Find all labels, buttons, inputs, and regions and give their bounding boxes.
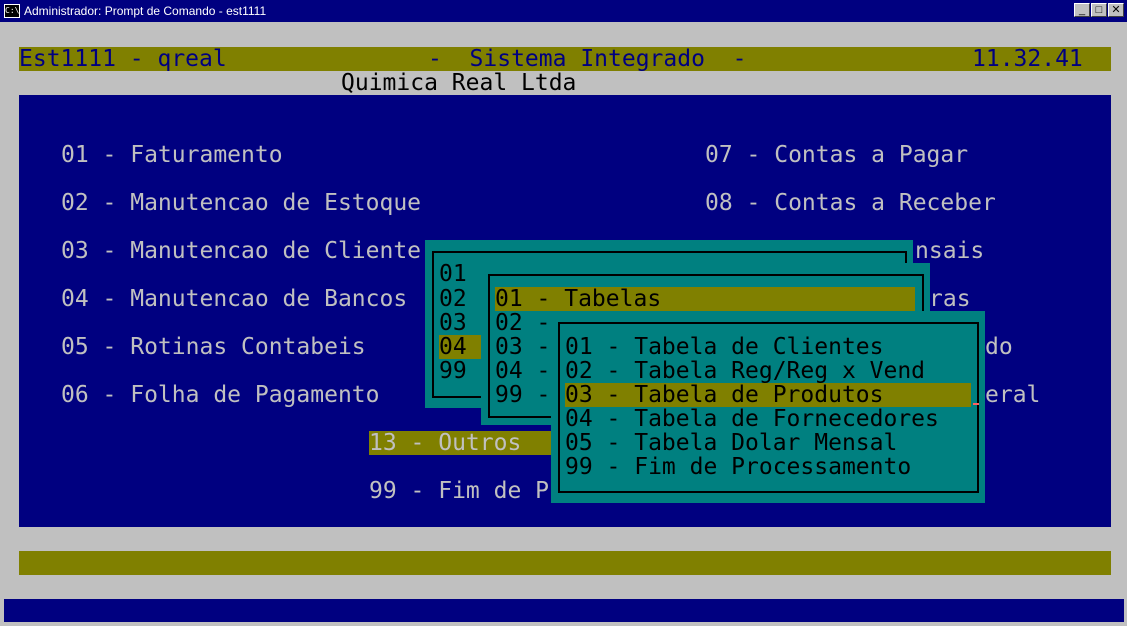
bottom-bar (4, 599, 1124, 622)
submenu3-item-fim[interactable]: 99 - Fim de Processamento (565, 455, 911, 479)
submenu2-item[interactable]: 03 - (495, 335, 550, 359)
minimize-button[interactable]: _ (1074, 3, 1090, 17)
window-titlebar[interactable]: C:\ Administrador: Prompt de Comando - e… (0, 0, 1127, 22)
submenu3-item-dolar[interactable]: 05 - Tabela Dolar Mensal (565, 431, 897, 455)
submenu3-item-clientes[interactable]: 01 - Tabela de Clientes (565, 335, 884, 359)
menu-item-folha[interactable]: 06 - Folha de Pagamento (61, 383, 380, 407)
menu-item-estoque[interactable]: 02 - Manutencao de Estoque (61, 191, 421, 215)
cmd-icon: C:\ (4, 4, 20, 18)
status-bar (19, 551, 1111, 575)
submenu2-item[interactable]: 99 - (495, 383, 550, 407)
submenu2-item-tabelas[interactable]: 01 - Tabelas (495, 287, 661, 311)
menu-item-partial-ras[interactable]: ras (929, 287, 971, 311)
menu-item-fim[interactable]: 99 - Fim de P (369, 479, 549, 503)
menu-item-partial-do[interactable]: do (985, 335, 1013, 359)
submenu1-item[interactable]: 03 (439, 311, 467, 335)
submenu1-item[interactable]: 02 (439, 287, 467, 311)
menu-item-clientes[interactable]: 03 - Manutencao de Cliente (61, 239, 421, 263)
clock: 11.32.41 (972, 46, 1083, 72)
submenu2-item[interactable]: 04 - (495, 359, 550, 383)
submenu1-item[interactable]: 04 (439, 335, 467, 359)
close-button[interactable]: ✕ (1108, 3, 1124, 17)
menu-item-faturamento[interactable]: 01 - Faturamento (61, 143, 283, 167)
menu-item-partial-geral[interactable]: eral (985, 383, 1040, 407)
submenu1-item[interactable]: 99 (439, 359, 467, 383)
submenu2-item[interactable]: 02 - (495, 311, 550, 335)
program-name: Est1111 - qreal (19, 46, 227, 72)
submenu3-item-reg-vend[interactable]: 02 - Tabela Reg/Reg x Vend (565, 359, 925, 383)
menu-item-bancos[interactable]: 04 - Manutencao de Bancos (61, 287, 407, 311)
menu-item-outros[interactable]: 13 - Outros (369, 431, 535, 455)
menu-item-contas-receber[interactable]: 08 - Contas a Receber (705, 191, 996, 215)
submenu1-item[interactable]: 01 (439, 262, 467, 286)
cursor-mark (973, 403, 979, 405)
submenu3-item-fornecedores[interactable]: 04 - Tabela de Fornecedores (565, 407, 939, 431)
maximize-button[interactable]: □ (1091, 3, 1107, 17)
company-name: Quimica Real Ltda (341, 70, 577, 96)
system-title: - Sistema Integrado - (428, 46, 747, 72)
submenu3-item-produtos[interactable]: 03 - Tabela de Produtos (565, 383, 884, 407)
menu-item-contabeis[interactable]: 05 - Rotinas Contabeis (61, 335, 366, 359)
window-title: Administrador: Prompt de Comando - est11… (24, 4, 267, 18)
menu-item-contas-pagar[interactable]: 07 - Contas a Pagar (705, 143, 968, 167)
menu-item-partial-mensais[interactable]: nsais (915, 239, 984, 263)
